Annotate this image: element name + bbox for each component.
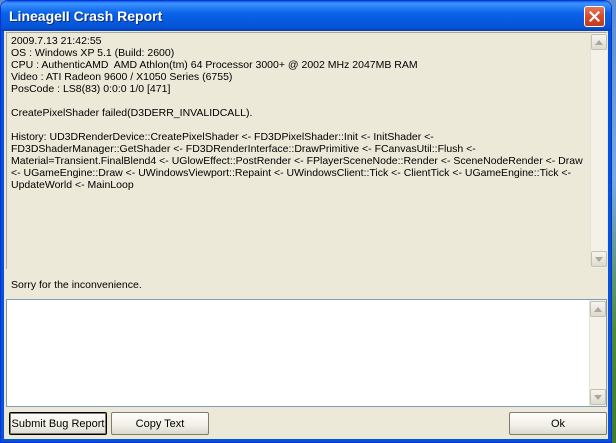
ok-button[interactable]: Ok [509, 412, 607, 435]
comment-scroll-up-button[interactable] [590, 301, 606, 317]
arrow-up-icon [595, 39, 603, 45]
window-title: LineageII Crash Report [9, 8, 163, 24]
comment-scroll-down-button[interactable] [590, 389, 606, 405]
report-line: CPU : AuthenticAMD AMD Athlon(tm) 64 Pro… [11, 59, 418, 71]
close-icon [589, 11, 600, 22]
submit-bug-report-button[interactable]: Submit Bug Report [9, 412, 107, 435]
crash-report-text: 2009.7.13 21:42:55 OS : Windows XP 5.1 (B… [11, 35, 587, 267]
comment-input[interactable] [7, 300, 589, 406]
crash-report-window: LineageII Crash Report 2009.7.13 21:42:5… [0, 0, 612, 443]
window-frame-right [608, 31, 611, 442]
copy-text-button[interactable]: Copy Text [111, 412, 209, 435]
crash-report-textbox[interactable]: 2009.7.13 21:42:55 OS : Windows XP 5.1 (B… [6, 32, 607, 269]
report-line: 2009.7.13 21:42:55 [11, 35, 102, 47]
arrow-down-icon [594, 394, 602, 400]
report-line: Video : ATI Radeon 9600 / X1050 Series (… [11, 71, 233, 83]
arrow-up-icon [594, 306, 602, 312]
report-line: CreatePixelShader failed(D3DERR_INVALIDC… [11, 107, 253, 119]
comment-scrollbar[interactable] [589, 300, 606, 406]
report-line: PosCode : LS8(83) 0:0:0 1/0 [471] [11, 83, 171, 95]
window-frame-bottom [1, 439, 611, 442]
report-scrollbar[interactable] [590, 33, 607, 268]
comment-box[interactable] [6, 299, 607, 407]
window-frame-left [1, 31, 4, 442]
close-button[interactable] [584, 6, 605, 27]
title-bar[interactable]: LineageII Crash Report [1, 1, 611, 31]
report-line: OS : Windows XP 5.1 (Build: 2600) [11, 47, 175, 59]
report-line: History: UD3DRenderDevice::CreatePixelSh… [11, 131, 586, 191]
report-line [11, 119, 587, 131]
scroll-down-button[interactable] [591, 251, 607, 267]
scroll-up-button[interactable] [591, 34, 607, 50]
report-line [11, 95, 587, 107]
arrow-down-icon [595, 256, 603, 262]
apology-message: Sorry for the inconvenience. [11, 279, 142, 291]
